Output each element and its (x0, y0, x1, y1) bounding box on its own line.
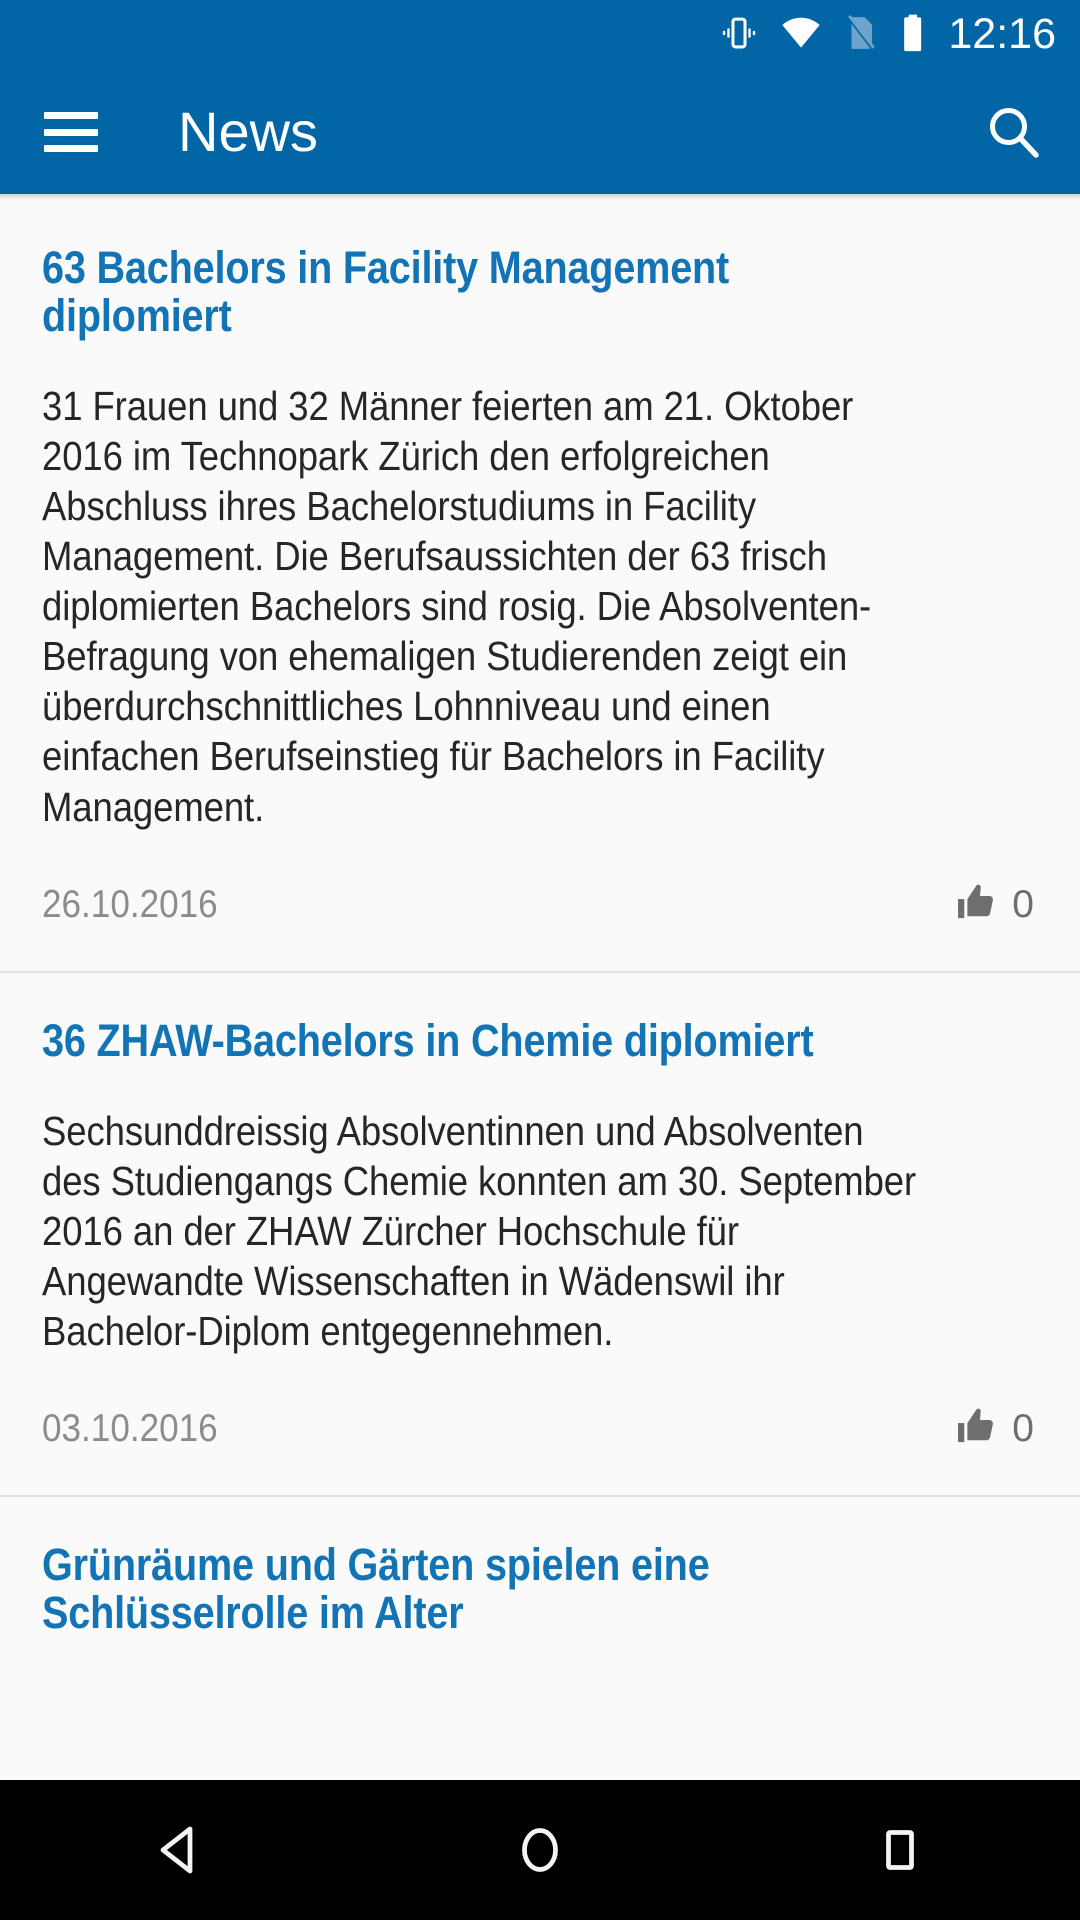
home-circle-icon[interactable] (440, 1780, 640, 1920)
article-date: 26.10.2016 (42, 882, 218, 926)
article-meta: 03.10.2016 0 (42, 1404, 1038, 1495)
article-title[interactable]: 63 Bachelors in Facility Management dipl… (42, 244, 918, 340)
list-item[interactable]: 36 ZHAW-Bachelors in Chemie diplomiert S… (0, 972, 1080, 1496)
android-navigation-bar (0, 1780, 1080, 1920)
article-meta: 26.10.2016 0 (42, 880, 1038, 971)
wifi-icon (780, 14, 822, 57)
app-toolbar: News (0, 70, 1080, 194)
like-count: 0 (1012, 882, 1034, 926)
list-item[interactable]: 63 Bachelors in Facility Management dipl… (0, 200, 1080, 971)
article-title[interactable]: 36 ZHAW-Bachelors in Chemie diplomiert (42, 1016, 918, 1065)
phone-screen: 12:16 News 63 Bachelors in Facility Mana… (0, 0, 1080, 1920)
like-control[interactable]: 0 (954, 1404, 1038, 1453)
article-body: Sechsunddreissig Absolventinnen und Abso… (42, 1108, 917, 1355)
page-title: News (178, 100, 319, 163)
article-body: 31 Frauen und 32 Männer feierten am 21. … (42, 383, 872, 830)
status-bar: 12:16 (0, 0, 1080, 70)
no-sim-icon (844, 14, 878, 57)
hamburger-menu-icon[interactable] (44, 112, 98, 152)
list-item[interactable]: Grünräume und Gärten spielen eine Schlüs… (0, 1497, 1080, 1637)
vibrate-icon (720, 14, 758, 57)
like-control[interactable]: 0 (954, 880, 1038, 929)
news-list[interactable]: 63 Bachelors in Facility Management dipl… (0, 194, 1080, 1780)
search-icon[interactable] (980, 99, 1046, 165)
thumbs-up-icon (954, 880, 998, 929)
recents-square-icon[interactable] (800, 1780, 1000, 1920)
status-bar-clock: 12:16 (948, 9, 1056, 58)
article-date: 03.10.2016 (42, 1407, 218, 1451)
back-triangle-icon[interactable] (80, 1780, 280, 1920)
thumbs-up-icon (954, 1404, 998, 1453)
battery-full-icon (900, 13, 926, 58)
status-bar-icons (720, 13, 926, 58)
like-count: 0 (1012, 1407, 1034, 1451)
article-title[interactable]: Grünräume und Gärten spielen eine Schlüs… (42, 1541, 918, 1637)
